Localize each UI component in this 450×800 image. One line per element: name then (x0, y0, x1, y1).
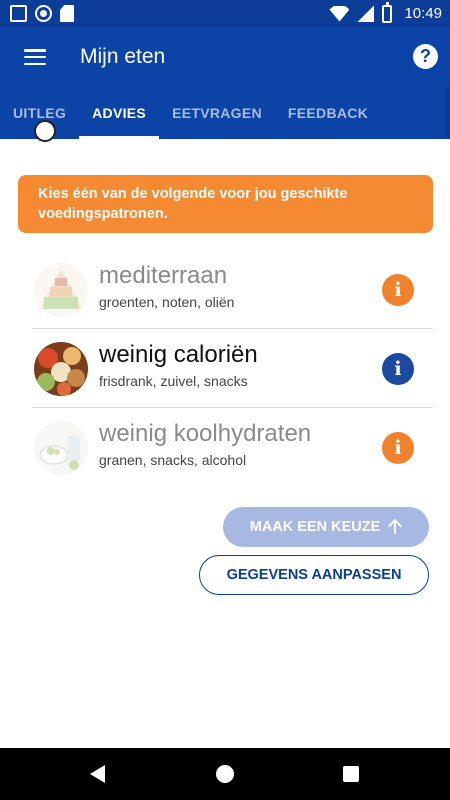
tab-feedback[interactable]: FEEDBACK (275, 87, 381, 139)
notification-square-icon (10, 5, 27, 22)
info-icon[interactable]: i (382, 353, 414, 385)
recent-apps-icon[interactable] (343, 766, 359, 782)
option-subtitle: frisdrank, zuivel, snacks (99, 373, 248, 389)
system-nav-bar (0, 748, 450, 800)
app-bar: Mijn eten ? (0, 27, 450, 87)
instruction-banner: Kies één van de volgende voor jou geschi… (18, 175, 433, 233)
info-icon[interactable]: i (382, 432, 414, 464)
option-title: mediterraan (99, 262, 228, 289)
option-subtitle: groenten, noten, oliën (99, 294, 235, 310)
home-icon[interactable] (216, 765, 234, 783)
info-icon[interactable]: i (382, 274, 414, 306)
tab-eetvragen[interactable]: EETVRAGEN (159, 87, 275, 139)
food-pyramid-icon (34, 263, 88, 317)
make-choice-label: MAAK EEN KEUZE (249, 519, 381, 535)
tab-advies[interactable]: ADVIES (79, 87, 160, 139)
edit-data-label: GEGEVENS AANPASSEN (226, 567, 402, 583)
sd-card-icon (60, 5, 74, 22)
status-time: 10:49 (404, 5, 442, 22)
tab-scroll-indicator (446, 87, 450, 139)
signal-icon (357, 5, 375, 22)
low-carb-foods-icon (34, 421, 88, 475)
diet-options-list: mediterraan groenten, noten, oliën i wei… (32, 250, 433, 487)
menu-icon[interactable] (24, 49, 46, 65)
status-bar: 10:49 (0, 0, 450, 27)
mixed-foods-icon (34, 342, 88, 396)
option-title: weinig koolhydraten (99, 420, 312, 447)
tab-bar: UITLEG ADVIES EETVRAGEN FEEDBACK (0, 87, 450, 139)
arrow-up-icon (388, 519, 402, 535)
battery-icon (382, 1, 393, 23)
option-weinig-koolhydraten[interactable]: weinig koolhydraten granen, snacks, alco… (32, 408, 433, 487)
notification-circle-icon (35, 5, 52, 22)
edit-data-button[interactable]: GEGEVENS AANPASSEN (199, 555, 429, 595)
selected-radio-indicator[interactable] (34, 120, 56, 142)
option-title: weinig caloriën (99, 341, 258, 368)
help-icon[interactable]: ? (413, 44, 438, 69)
option-subtitle: granen, snacks, alcohol (99, 452, 247, 468)
page-title: Mijn eten (80, 45, 166, 68)
wifi-icon (329, 5, 350, 22)
back-icon[interactable] (90, 765, 105, 783)
option-weinig-calorien[interactable]: weinig caloriën frisdrank, zuivel, snack… (32, 329, 433, 408)
option-mediterraan[interactable]: mediterraan groenten, noten, oliën i (32, 250, 433, 329)
make-choice-button[interactable]: MAAK EEN KEUZE (223, 507, 429, 547)
